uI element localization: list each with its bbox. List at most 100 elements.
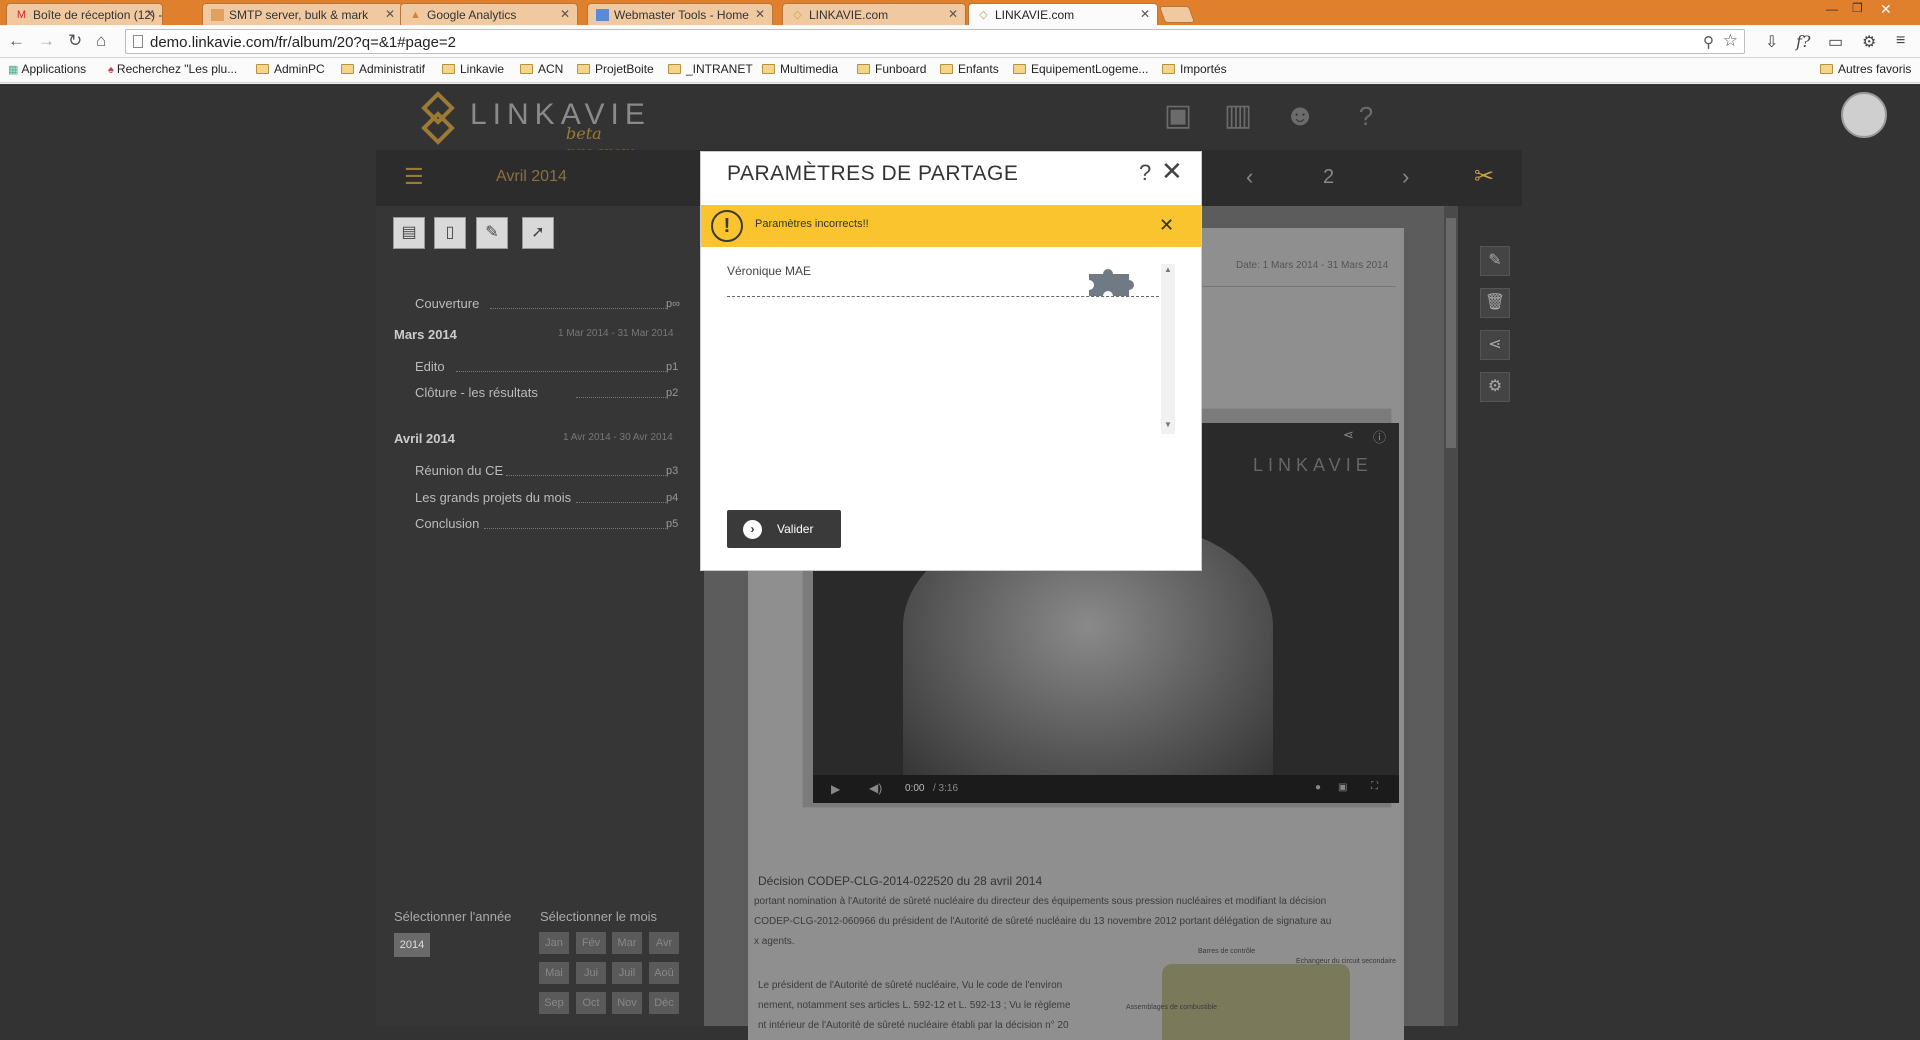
address-bar[interactable]: demo.linkavie.com/fr/album/20?q=&1#page=… (125, 29, 1745, 54)
share-list-scrollbar[interactable]: ▲ ▼ (1161, 264, 1175, 434)
bookmark-recherchez[interactable]: ♠ Recherchez "Les plu... (108, 62, 237, 76)
close-tab-icon[interactable]: ✕ (1140, 7, 1150, 21)
close-tab-icon[interactable]: ✕ (560, 7, 570, 21)
share-page-icon[interactable]: ⋖ (1480, 330, 1510, 360)
volume-icon[interactable]: ◀) (869, 781, 882, 795)
album-icon[interactable]: ▣ (1156, 94, 1200, 138)
reload-icon[interactable]: ↻ (68, 31, 82, 51)
minimize-icon[interactable]: — (1826, 2, 1838, 16)
toc-item-cloture[interactable]: Clôture - les résultats (415, 385, 538, 400)
home-icon[interactable]: ⌂ (96, 31, 106, 51)
puzzle-icon[interactable] (1085, 266, 1137, 298)
bookmark-folder-projetboite[interactable]: ProjetBoite (577, 62, 654, 76)
play-icon[interactable]: ▶ (831, 782, 840, 796)
library-icon[interactable]: ▥ (1216, 94, 1260, 138)
tab-smtp[interactable]: SMTP server, bulk & mark ✕ (202, 3, 403, 25)
window-close-icon[interactable]: ✕ (1880, 1, 1892, 18)
bookmark-folder-administratif[interactable]: Administratif (341, 62, 425, 76)
download-icon[interactable]: ⇩ (1765, 32, 1778, 52)
month-sep-button[interactable]: Sep (539, 992, 569, 1014)
bookmark-folder-other[interactable]: Autres favoris (1820, 62, 1911, 76)
month-mar-button[interactable]: Mar (612, 932, 642, 954)
help-icon[interactable]: ? (1344, 94, 1388, 138)
warning-close-icon[interactable]: ✕ (1159, 215, 1174, 236)
toc-item-projets[interactable]: Les grands projets du mois (415, 490, 571, 505)
close-tab-icon[interactable]: ✕ (145, 7, 155, 21)
tab-webmaster-tools[interactable]: Webmaster Tools - Home ✕ (587, 3, 773, 25)
fullscreen-icon[interactable]: ⛶ (1371, 781, 1378, 792)
tab-google-analytics[interactable]: ▲ Google Analytics ✕ (400, 3, 578, 25)
bookmark-folder-acn[interactable]: ACN (520, 62, 563, 76)
bookmark-apps[interactable]: ▦ Applications (8, 62, 86, 76)
youtube-icon[interactable]: ▣ (1338, 782, 1347, 793)
bookmark-folder-funboard[interactable]: Funboard (857, 62, 926, 76)
star-icon[interactable]: ☆ (1723, 31, 1738, 51)
month-oct-button[interactable]: Oct (576, 992, 606, 1014)
page-scrollbar[interactable] (1444, 206, 1458, 1026)
new-tab-button[interactable] (1158, 6, 1196, 23)
maximize-icon[interactable]: ❐ (1852, 1, 1863, 15)
toc-item-edito[interactable]: Edito (415, 359, 445, 374)
month-dec-button[interactable]: Déc (649, 992, 679, 1014)
bookmark-folder-linkavie[interactable]: Linkavie (442, 62, 504, 76)
tab-linkavie-active[interactable]: ◇ LINKAVIE.com ✕ (968, 3, 1158, 25)
bookmark-folder-multimedia[interactable]: Multimedia (762, 62, 838, 76)
prev-page-icon[interactable]: ‹ (1246, 164, 1253, 190)
bookmark-folder-importes[interactable]: Importés (1162, 62, 1227, 76)
scroll-down-icon[interactable]: ▼ (1164, 420, 1172, 429)
toc-item-reunion[interactable]: Réunion du CE (415, 463, 503, 478)
toc-month-avril[interactable]: Avril 2014 (394, 431, 455, 446)
validate-button[interactable]: › Valider (727, 510, 841, 548)
month-aug-button[interactable]: Aoû (649, 962, 679, 984)
pointer-icon[interactable]: ➚ (522, 217, 554, 249)
settings-icon[interactable]: ● (1315, 782, 1321, 793)
bookmark-folder-adminpc[interactable]: AdminPC (256, 62, 325, 76)
linkavie-logo[interactable]: LINKAVIE beta program (416, 88, 656, 162)
help-icon[interactable]: ? (1139, 160, 1151, 186)
new-page-icon[interactable]: ▤ (393, 217, 425, 249)
users-icon[interactable]: ☻ (1278, 94, 1322, 138)
tab-linkavie-1[interactable]: ◇ LINKAVIE.com ✕ (782, 3, 966, 25)
menu-icon[interactable]: ≡ (1896, 32, 1905, 50)
month-jul-button[interactable]: Juil (612, 962, 642, 984)
month-may-button[interactable]: Mai (539, 962, 569, 984)
toc-month-mars[interactable]: Mars 2014 (394, 327, 457, 342)
month-jan-button[interactable]: Jan (539, 932, 569, 954)
extension-f-icon[interactable]: f? (1796, 32, 1811, 51)
bookmark-folder-enfants[interactable]: Enfants (940, 62, 999, 76)
edit-page-icon[interactable]: ✎ (1480, 246, 1510, 276)
tab-gmail[interactable]: M Boîte de réception (12) - ti ✕ (6, 3, 163, 25)
edit-icon[interactable]: ✎ (476, 217, 508, 249)
month-nov-button[interactable]: Nov (612, 992, 642, 1014)
smtp-icon (211, 9, 224, 21)
bookmark-folder-intranet[interactable]: _INTRANET (668, 62, 753, 76)
close-tab-icon[interactable]: ✕ (755, 7, 765, 21)
share-icon[interactable]: ⋖ (1343, 427, 1354, 443)
toc-item-cover[interactable]: Couverture (415, 296, 479, 311)
page-settings-icon[interactable]: ⚙ (1480, 372, 1510, 402)
bookmark-folder-equipement[interactable]: EquipementLogeme... (1013, 62, 1148, 76)
document-icon[interactable]: ▯ (434, 217, 466, 249)
settings-gear-icon[interactable]: ⚙ (1862, 32, 1876, 52)
trash-icon[interactable]: 🗑 (1480, 288, 1510, 318)
avatar[interactable] (1841, 92, 1887, 138)
search-icon[interactable]: ⚲ (1703, 33, 1714, 51)
folder-icon (577, 64, 590, 74)
forward-icon[interactable]: → (38, 31, 55, 51)
tools-icon[interactable]: ✂ (1474, 162, 1494, 191)
info-icon[interactable]: ⓘ (1373, 427, 1386, 446)
toc-menu-icon[interactable]: ☰ (404, 164, 424, 190)
month-feb-button[interactable]: Fév (576, 932, 606, 954)
cast-icon[interactable]: ▭ (1828, 32, 1843, 52)
scroll-up-icon[interactable]: ▲ (1164, 265, 1172, 274)
year-2014-button[interactable]: 2014 (394, 933, 430, 957)
next-page-icon[interactable]: › (1402, 164, 1409, 190)
month-apr-button[interactable]: Avr (649, 932, 679, 954)
close-icon[interactable]: ✕ (1161, 156, 1183, 187)
month-jun-button[interactable]: Jui (576, 962, 606, 984)
toc-item-conclusion[interactable]: Conclusion (415, 516, 479, 531)
scrollbar-thumb[interactable] (1446, 218, 1456, 448)
close-tab-icon[interactable]: ✕ (385, 7, 395, 21)
back-icon[interactable]: ← (8, 31, 25, 51)
close-tab-icon[interactable]: ✕ (948, 7, 958, 21)
